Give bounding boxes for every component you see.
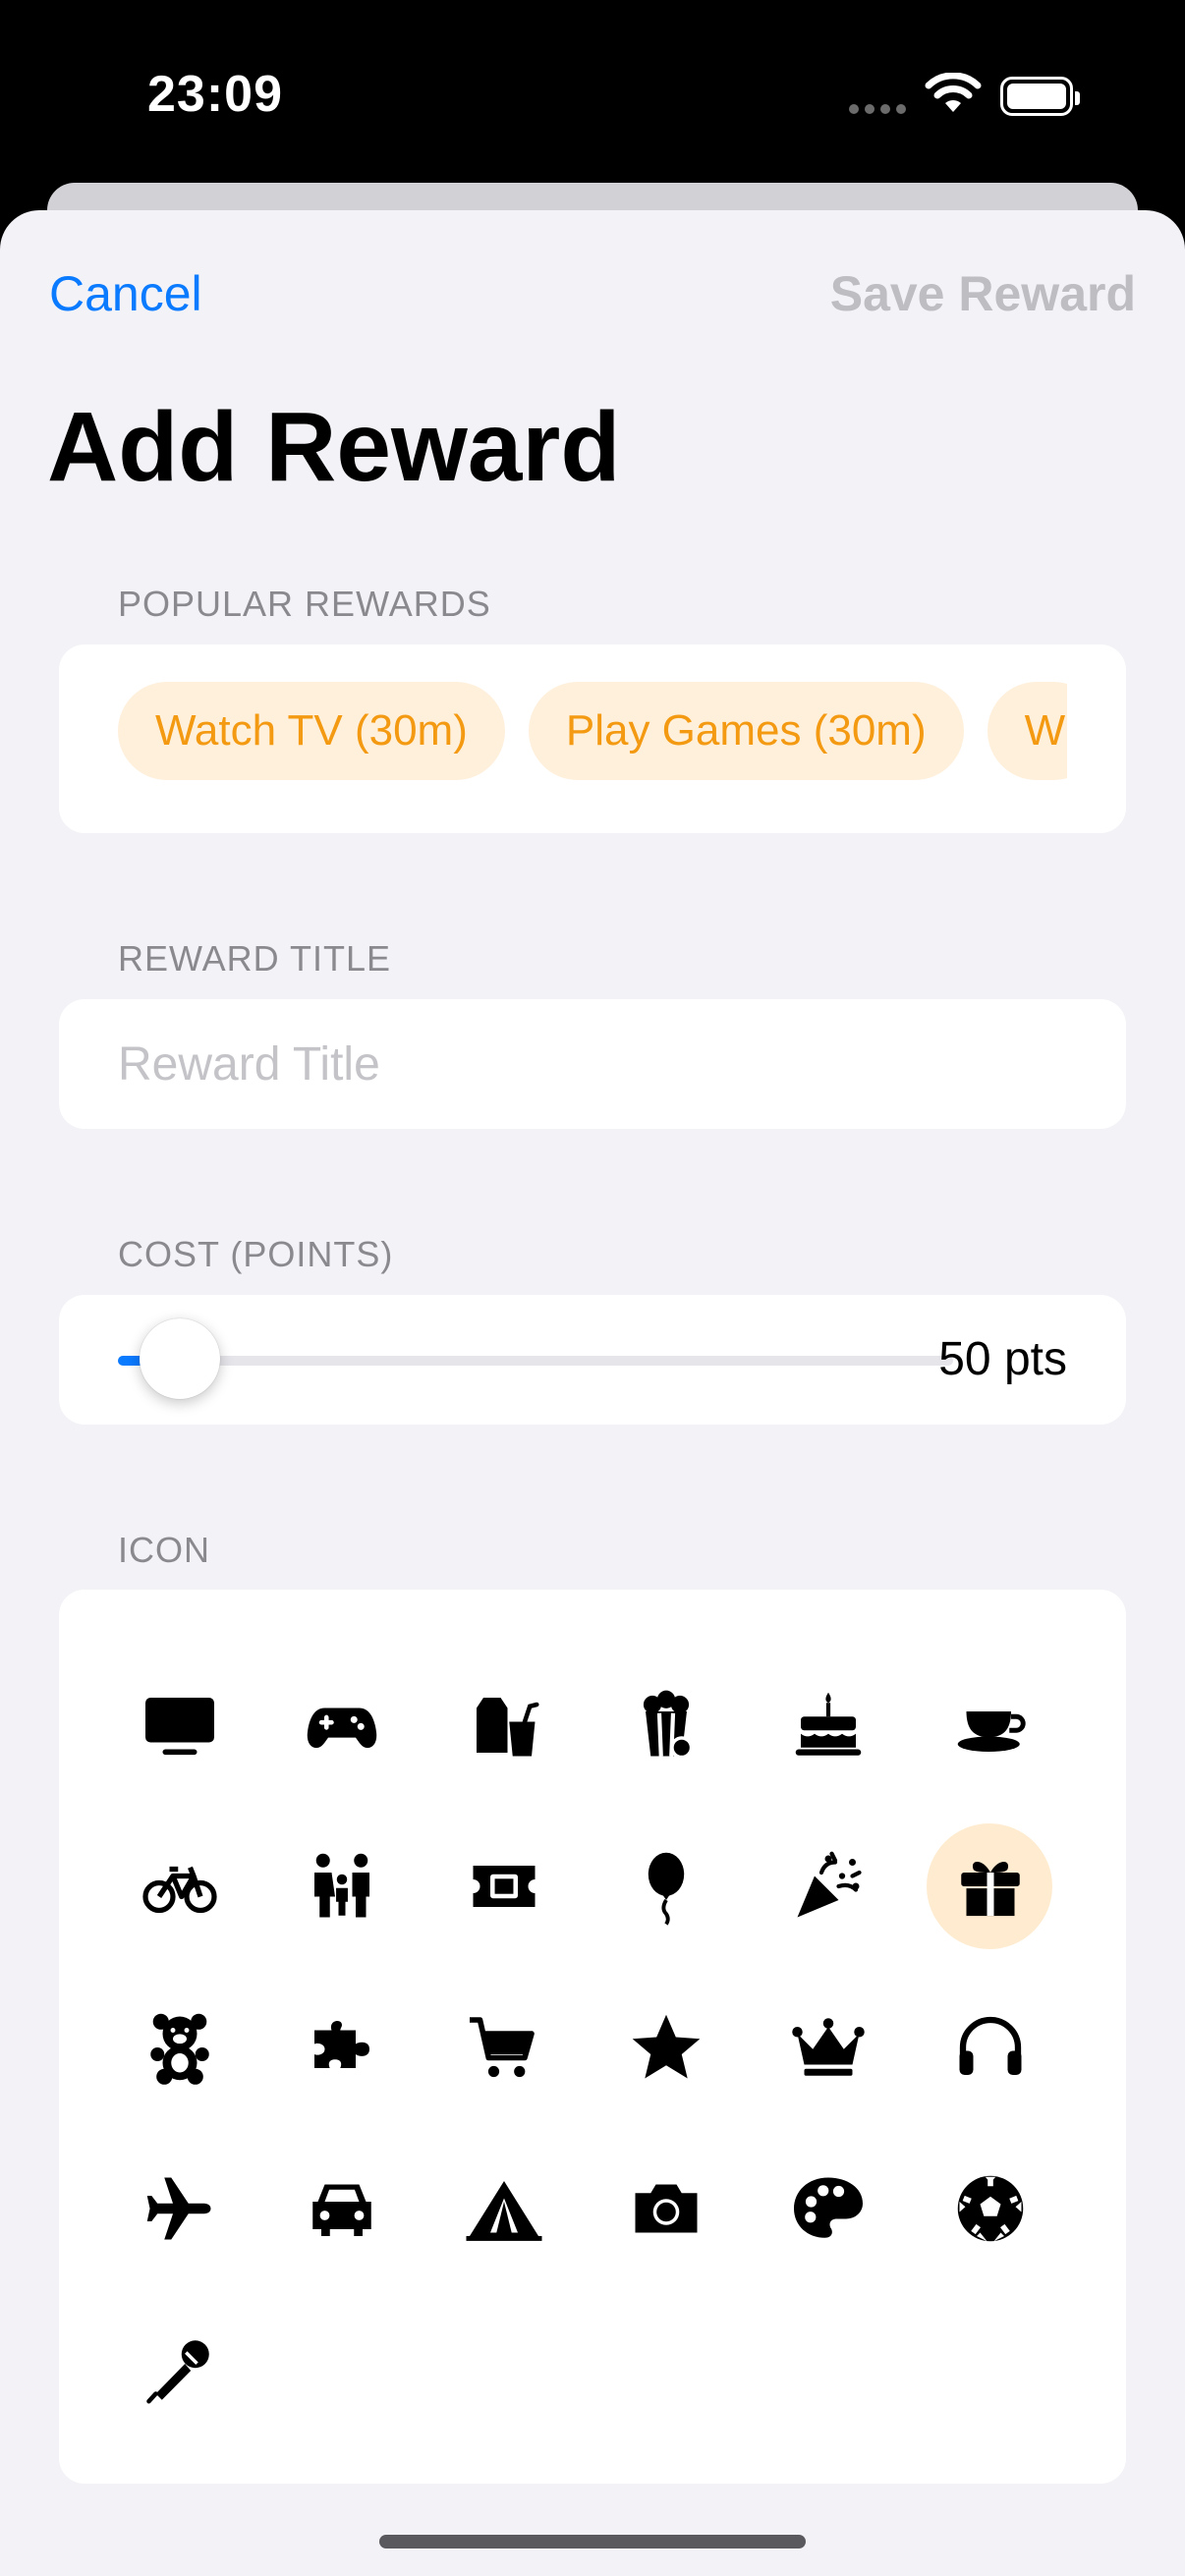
bicycle-icon — [141, 1866, 217, 1914]
icon-option-star[interactable] — [585, 1967, 747, 2128]
star-icon — [632, 2014, 700, 2079]
reward-title-input[interactable] — [118, 999, 1100, 1129]
chip-watch-tv[interactable]: Watch TV (30m) — [118, 682, 505, 780]
cup-and-saucer-icon — [957, 1711, 1026, 1752]
icon-option-airplane[interactable] — [98, 2128, 260, 2289]
home-indicator[interactable] — [379, 2535, 806, 2548]
icon-option-cup-and-saucer[interactable] — [909, 1645, 1071, 1806]
icon-option-birthday-cake[interactable] — [747, 1645, 909, 1806]
icon-option-paintpalette[interactable] — [747, 2128, 909, 2289]
birthday-cake-icon — [795, 1692, 861, 1756]
headphones-icon — [959, 2016, 1021, 2075]
icon-option-party-popper[interactable] — [747, 1806, 909, 1967]
icon-option-soccerball[interactable] — [909, 2128, 1071, 2289]
chip-play-games[interactable]: Play Games (30m) — [528, 682, 964, 780]
battery-icon — [1000, 77, 1080, 116]
icon-option-cart[interactable] — [423, 1967, 585, 2128]
gamecontroller-icon — [307, 1708, 376, 1749]
icon-option-tv[interactable] — [98, 1645, 260, 1806]
teddybear-icon — [149, 2013, 209, 2085]
soccerball-icon — [957, 2175, 1023, 2242]
icon-option-gift[interactable] — [909, 1806, 1071, 1967]
cancel-button[interactable]: Cancel — [49, 265, 202, 322]
icon-option-balloon[interactable] — [585, 1806, 747, 1967]
status-bar: 23:09 — [0, 0, 1185, 187]
gift-icon — [960, 1862, 1020, 1917]
cost-value-label: 50 pts — [938, 1333, 1067, 1385]
icon-option-car[interactable] — [260, 2128, 423, 2289]
popcorn-icon — [643, 1690, 693, 1760]
page-title: Add Reward — [47, 392, 621, 502]
icon-option-popcorn[interactable] — [585, 1645, 747, 1806]
icon-option-headphones[interactable] — [909, 1967, 1071, 2128]
icon-option-gamecontroller[interactable] — [260, 1645, 423, 1806]
cost-card: 50 pts — [59, 1295, 1126, 1425]
status-time: 23:09 — [147, 66, 283, 123]
cost-slider-thumb[interactable] — [139, 1318, 220, 1399]
ticket-icon — [473, 1866, 535, 1907]
icon-option-microphone[interactable] — [98, 2289, 260, 2450]
popular-rewards-header: POPULAR REWARDS — [118, 584, 491, 624]
icon-option-family[interactable] — [260, 1806, 423, 1967]
takeout-bag-icon — [476, 1698, 539, 1757]
puzzle-piece-icon — [313, 2021, 369, 2068]
icon-option-tent[interactable] — [423, 2128, 585, 2289]
cost-header: COST (POINTS) — [118, 1234, 394, 1274]
icon-card — [59, 1590, 1126, 2484]
icon-option-teddybear[interactable] — [98, 1967, 260, 2128]
tent-icon — [466, 2181, 541, 2241]
icon-option-puzzle-piece[interactable] — [260, 1967, 423, 2128]
popular-rewards-card: Watch TV (30m) Play Games (30m) W — [59, 644, 1126, 833]
icon-option-ticket[interactable] — [423, 1806, 585, 1967]
crown-icon — [791, 2018, 865, 2076]
party-popper-icon — [797, 1851, 862, 1918]
icon-option-bicycle[interactable] — [98, 1806, 260, 1967]
reward-title-header: REWARD TITLE — [118, 938, 392, 979]
balloon-icon — [648, 1852, 684, 1926]
cost-slider-track[interactable] — [118, 1356, 953, 1366]
popular-rewards-scroller[interactable]: Watch TV (30m) Play Games (30m) W — [118, 682, 1067, 784]
icon-option-crown[interactable] — [747, 1967, 909, 2128]
tv-icon — [144, 1698, 214, 1756]
cart-icon — [469, 2017, 535, 2078]
camera-icon — [635, 2184, 697, 2233]
icon-option-takeout-bag[interactable] — [423, 1645, 585, 1806]
paintpalette-icon — [793, 2177, 863, 2238]
reward-title-card — [59, 999, 1126, 1129]
car-icon — [311, 2184, 371, 2236]
wifi-icon — [925, 73, 982, 112]
cellular-dots-icon — [849, 104, 906, 114]
chip-partial[interactable]: W — [987, 682, 1067, 780]
icon-grid — [98, 1645, 1071, 2450]
save-reward-button[interactable]: Save Reward — [830, 265, 1136, 322]
family-icon — [313, 1853, 369, 1918]
icon-header: ICON — [118, 1530, 210, 1570]
microphone-icon — [145, 2340, 209, 2404]
airplane-icon — [146, 2177, 210, 2240]
icon-option-camera[interactable] — [585, 2128, 747, 2289]
